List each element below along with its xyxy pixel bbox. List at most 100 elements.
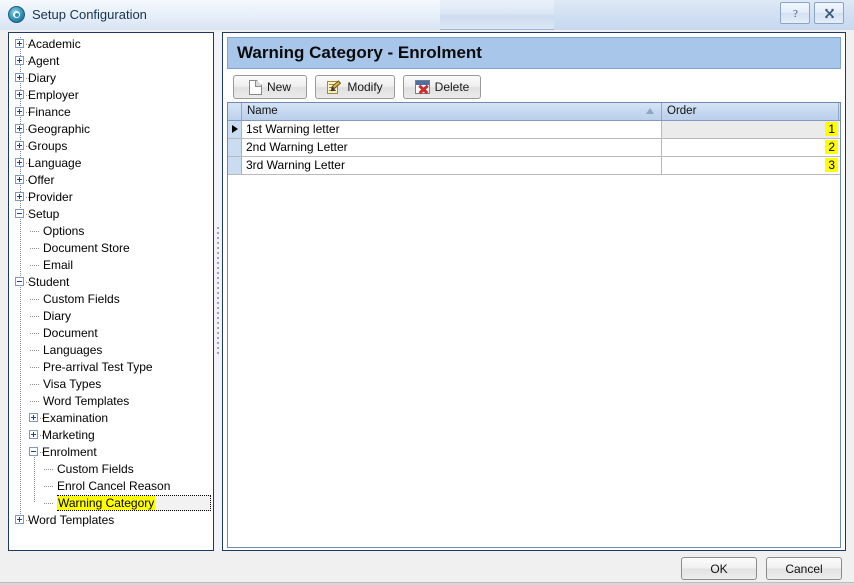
tree-expand-icon[interactable]	[15, 73, 24, 82]
tree-item-languages[interactable]: Languages	[9, 342, 213, 359]
tree-item-student[interactable]: Student	[9, 274, 213, 291]
tree-item-language[interactable]: Language	[9, 155, 213, 172]
tree-connector	[44, 469, 53, 470]
tree-connector	[30, 231, 39, 232]
tree-item-label: Finance	[28, 105, 71, 119]
cell-order-value: 3	[825, 158, 838, 172]
tree-connector	[30, 333, 39, 334]
tree-item-label: Word Templates	[28, 513, 114, 527]
tree-item-academic[interactable]: Academic	[9, 36, 213, 53]
tree-item-label: Document	[43, 326, 98, 340]
tree-item-label: Marketing	[42, 428, 95, 442]
tree-item-label: Diary	[43, 309, 71, 323]
tree-expand-icon[interactable]	[15, 175, 24, 184]
tree-item-enrol-cancel-reason[interactable]: Enrol Cancel Reason	[9, 478, 213, 495]
tree-expand-icon[interactable]	[15, 107, 24, 116]
grid-header-row: Name Order	[228, 103, 840, 121]
tree-expand-icon[interactable]	[15, 192, 24, 201]
tree-expand-icon[interactable]	[15, 39, 24, 48]
help-button[interactable]: ?	[780, 2, 810, 24]
tree-item-label: Languages	[43, 343, 102, 357]
tree-item-label: Examination	[42, 411, 108, 425]
tree-item-label: Enrol Cancel Reason	[57, 479, 170, 493]
page-title: Warning Category - Enrolment	[228, 43, 482, 63]
cancel-button[interactable]: Cancel	[766, 557, 842, 580]
tree-item-document-store[interactable]: Document Store	[9, 240, 213, 257]
tree-item-word-templates[interactable]: Word Templates	[9, 512, 213, 529]
tree-item-offer[interactable]: Offer	[9, 172, 213, 189]
tree-item-custom-fields[interactable]: Custom Fields	[9, 461, 213, 478]
tree-item-examination[interactable]: Examination	[9, 410, 213, 427]
tree-expand-icon[interactable]	[15, 141, 24, 150]
cell-name[interactable]: 1st Warning letter	[242, 121, 662, 138]
tree-expand-icon[interactable]	[15, 56, 24, 65]
tree-item-options[interactable]: Options	[9, 223, 213, 240]
tree-item-label: Custom Fields	[43, 292, 120, 306]
current-row-indicator-icon[interactable]	[228, 121, 242, 138]
table-row[interactable]: 3rd Warning Letter 3	[228, 157, 840, 175]
tree-expand-icon[interactable]	[15, 515, 24, 524]
tree-expand-icon[interactable]	[29, 413, 38, 422]
tree-expand-icon[interactable]	[29, 430, 38, 439]
tree-item-warning-category[interactable]: Warning Category	[9, 495, 213, 512]
tree-item-label: Academic	[28, 37, 81, 51]
tree-collapse-icon[interactable]	[15, 277, 24, 286]
tree-item-diary[interactable]: Diary	[9, 308, 213, 325]
tree-item-enrolment[interactable]: Enrolment	[9, 444, 213, 461]
tree-guide-line	[34, 457, 35, 503]
ok-button[interactable]: OK	[681, 557, 757, 580]
tree-item-geographic[interactable]: Geographic	[9, 121, 213, 138]
tree-item-employer[interactable]: Employer	[9, 87, 213, 104]
tree-item-label: Word Templates	[43, 394, 129, 408]
panel-splitter[interactable]	[214, 32, 222, 551]
tree-expand-icon[interactable]	[15, 90, 24, 99]
cell-order[interactable]: 2	[662, 139, 839, 156]
tree-item-label: Email	[43, 258, 73, 272]
tree-item-groups[interactable]: Groups	[9, 138, 213, 155]
tree-item-visa-types[interactable]: Visa Types	[9, 376, 213, 393]
row-indicator[interactable]	[228, 157, 242, 174]
records-grid[interactable]: Name Order 1st Warning letter12nd Warnin…	[227, 102, 841, 548]
tree-expand-icon[interactable]	[15, 124, 24, 133]
table-row[interactable]: 1st Warning letter1	[228, 121, 840, 139]
close-button[interactable]	[814, 2, 844, 24]
cell-name[interactable]: 3rd Warning Letter	[242, 157, 662, 174]
tree-item-label: Groups	[28, 139, 67, 153]
tree-guide-line	[20, 219, 21, 265]
tree-item-label: Geographic	[28, 122, 90, 136]
cell-name[interactable]: 2nd Warning Letter	[242, 139, 662, 156]
tree-item-diary[interactable]: Diary	[9, 70, 213, 87]
tree-item-agent[interactable]: Agent	[9, 53, 213, 70]
tree-item-finance[interactable]: Finance	[9, 104, 213, 121]
column-header-order[interactable]: Order	[662, 103, 839, 120]
configuration-tree-panel[interactable]: AcademicAgentDiaryEmployerFinanceGeograp…	[8, 32, 214, 551]
tree-collapse-icon[interactable]	[15, 209, 24, 218]
new-button[interactable]: New	[233, 75, 307, 99]
tree-item-setup[interactable]: Setup	[9, 206, 213, 223]
cell-order[interactable]: 1	[662, 121, 839, 138]
row-indicator[interactable]	[228, 139, 242, 156]
tree-item-marketing[interactable]: Marketing	[9, 427, 213, 444]
tree-item-provider[interactable]: Provider	[9, 189, 213, 206]
modify-button-label: Modify	[347, 80, 382, 94]
tree-item-label: Language	[28, 156, 81, 170]
delete-button[interactable]: Delete	[403, 75, 481, 99]
table-row[interactable]: 2nd Warning Letter2	[228, 139, 840, 157]
delete-x-icon	[415, 80, 430, 94]
svg-text:?: ?	[793, 8, 798, 20]
tree-collapse-icon[interactable]	[29, 447, 38, 456]
app-circle-icon	[8, 6, 25, 23]
tree-connector	[30, 367, 39, 368]
column-header-name-label: Name	[247, 105, 278, 117]
tree-item-email[interactable]: Email	[9, 257, 213, 274]
cell-order[interactable]: 3	[662, 157, 839, 174]
tree-item-custom-fields[interactable]: Custom Fields	[9, 291, 213, 308]
tree-item-pre-arrival-test-type[interactable]: Pre-arrival Test Type	[9, 359, 213, 376]
tree-item-label: Document Store	[43, 241, 130, 255]
modify-button[interactable]: Modify	[315, 75, 395, 99]
tree-expand-icon[interactable]	[15, 158, 24, 167]
question-mark-icon: ?	[789, 7, 802, 20]
column-header-name[interactable]: Name	[242, 103, 662, 120]
tree-item-document[interactable]: Document	[9, 325, 213, 342]
tree-item-word-templates[interactable]: Word Templates	[9, 393, 213, 410]
